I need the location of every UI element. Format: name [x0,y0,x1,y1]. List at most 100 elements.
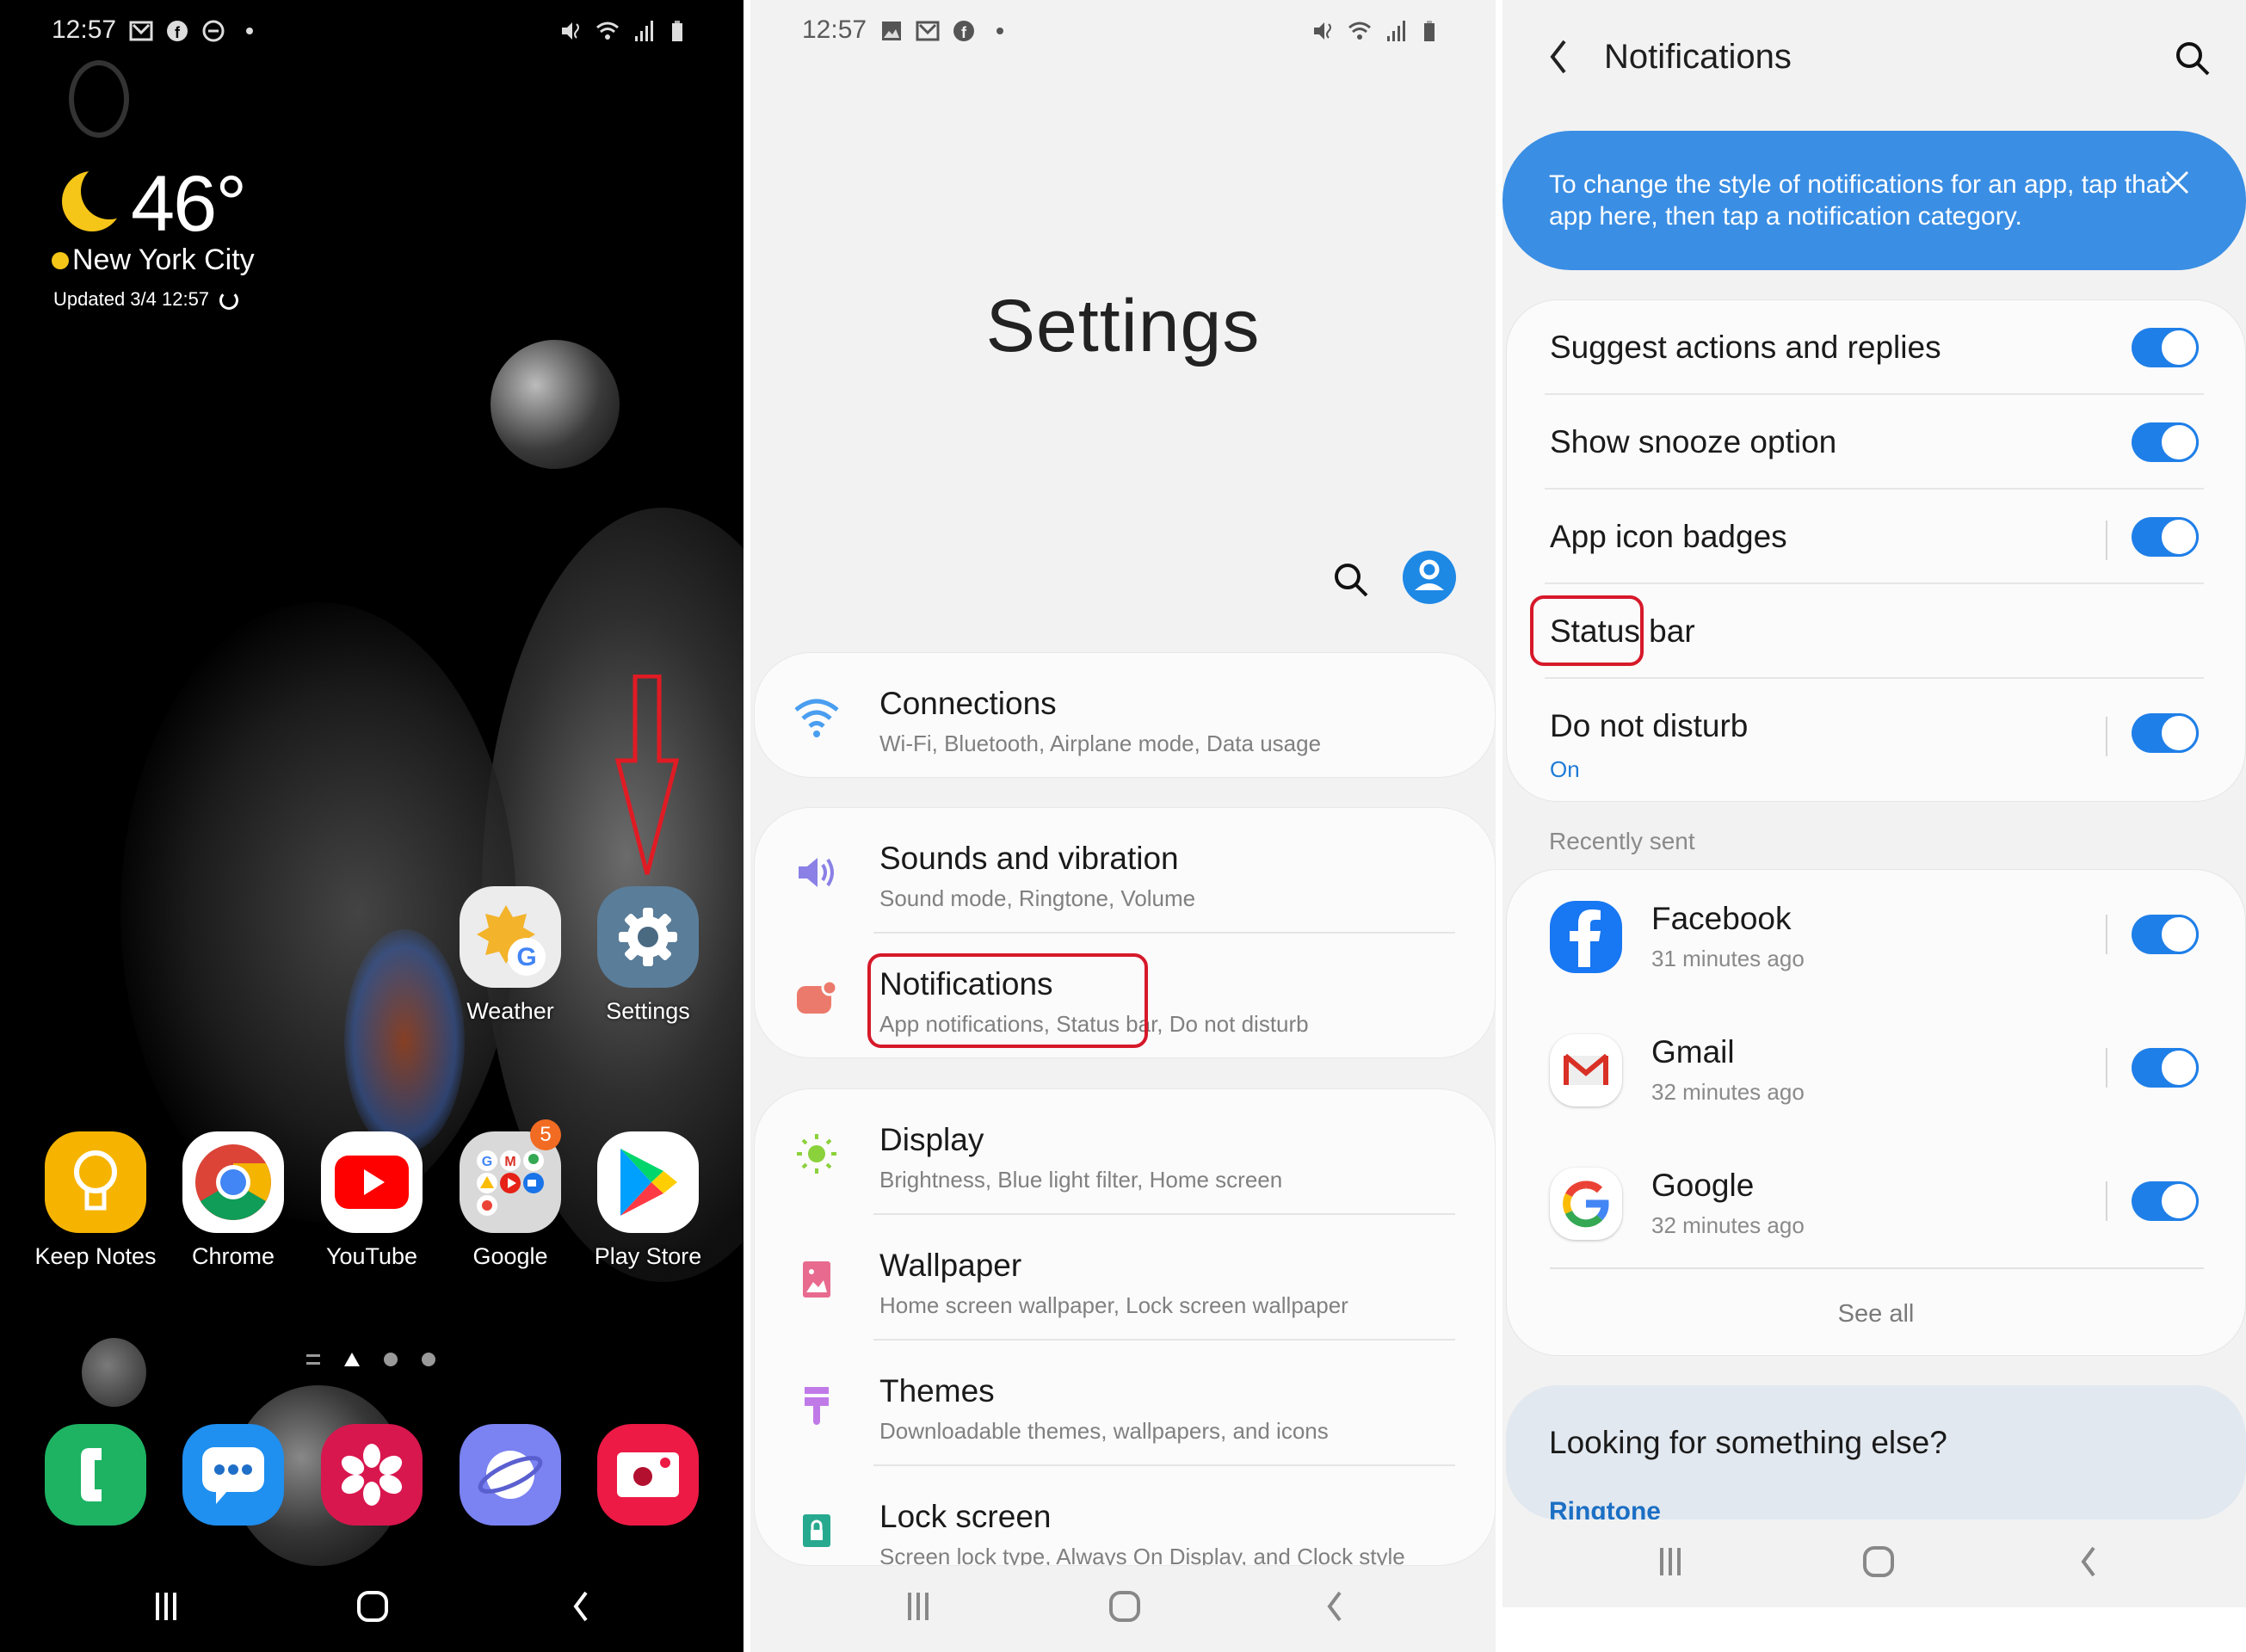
toggle-knob [2159,713,2199,753]
home-button[interactable] [334,1568,411,1645]
app-label: Chrome [191,1243,275,1269]
tip-text: To change the style of notifications for… [1549,170,2168,231]
back-button[interactable] [1546,38,1571,80]
settings-item-connections[interactable]: Connections Wi-Fi, Bluetooth, Airplane m… [755,653,1495,777]
battery-icon [668,19,692,43]
facebook-icon: f [165,19,189,43]
option-app-icon-badges[interactable]: App icon badges [1507,490,2245,584]
svg-text:G: G [516,943,536,971]
speaker-icon [791,851,842,894]
recent-app-gmail[interactable]: Gmail 32 minutes ago [1507,1003,2245,1137]
status-time: 12:57 [802,15,867,44]
gmail-icon [129,19,153,43]
settings-group: Connections Wi-Fi, Bluetooth, Airplane m… [754,652,1496,778]
separator [2106,1181,2107,1221]
recents-icon [1660,1548,1681,1575]
item-title: Themes [879,1373,995,1409]
app-label: Keep Notes [34,1243,157,1269]
gmail-icon [916,19,940,43]
temperature: 46° [131,160,247,248]
signal-icon [1384,19,1408,43]
notification-badge: 5 [530,1119,561,1150]
home-icon [1109,1591,1140,1622]
weather-icon: G [460,886,561,988]
app-settings[interactable]: Settings [583,886,713,1025]
gear-icon [597,886,699,988]
app-keep-notes[interactable]: Keep Notes [31,1131,160,1270]
facebook-toggle[interactable] [2132,915,2199,954]
app-time: 32 minutes ago [1651,1212,1805,1238]
internet-icon [460,1424,561,1526]
recents-icon [908,1593,929,1620]
option-snooze[interactable]: Show snooze option [1507,395,2245,490]
option-do-not-disturb[interactable]: Do not disturb On [1507,679,2245,799]
toggle-knob [2159,1181,2199,1221]
google-toggle[interactable] [2132,1181,2199,1221]
settings-item-wallpaper[interactable]: Wallpaper Home screen wallpaper, Lock sc… [755,1215,1495,1341]
home-button[interactable] [1840,1523,1917,1600]
phone-icon [45,1424,146,1526]
item-title: Wallpaper [879,1248,1022,1283]
settings-item-display[interactable]: Display Brightness, Blue light filter, H… [755,1089,1495,1215]
dock-messages[interactable] [169,1424,298,1526]
settings-item-themes[interactable]: Themes Downloadable themes, wallpapers, … [755,1341,1495,1466]
dock-camera[interactable] [583,1424,713,1526]
back-button[interactable] [1296,1568,1373,1645]
app-label: Play Store [594,1243,702,1269]
app-weather[interactable]: G Weather [446,886,575,1025]
dock-phone[interactable] [31,1424,160,1526]
ringtone-link[interactable]: Ringtone [1549,1497,1661,1519]
moon-icon [62,163,138,231]
refresh-icon[interactable] [219,291,239,311]
recents-button[interactable] [1632,1523,1709,1600]
do-not-disturb-toggle[interactable] [2132,713,2199,753]
settings-group: Display Brightness, Blue light filter, H… [754,1088,1496,1566]
profile-button[interactable] [1403,551,1456,604]
recents-button[interactable] [127,1568,205,1645]
settings-item-lock-screen[interactable]: Lock screen Screen lock type, Always On … [755,1466,1495,1565]
item-title: Sounds and vibration [879,841,1179,876]
option-suggest-actions[interactable]: Suggest actions and replies [1507,300,2245,395]
recents-button[interactable] [879,1568,957,1645]
section-header: Recently sent [1549,828,1695,854]
gmail-toggle[interactable] [2132,1048,2199,1088]
search-button[interactable] [2174,40,2212,82]
recent-app-facebook[interactable]: Facebook 31 minutes ago [1507,870,2245,1003]
settings-item-sounds[interactable]: Sounds and vibration Sound mode, Rington… [755,808,1495,934]
option-label: App icon badges [1550,519,1787,554]
apps-list-indicator-icon [306,1354,320,1365]
suggest-actions-toggle[interactable] [2132,328,2199,367]
app-name: Gmail [1651,1034,1735,1069]
camera-icon [597,1424,699,1526]
see-all-button[interactable]: See all [1507,1300,2245,1328]
app-play-store[interactable]: Play Store [583,1131,713,1270]
dock-internet[interactable] [446,1424,575,1526]
home-page-indicator-icon [344,1353,360,1366]
recently-sent-card: Facebook 31 minutes ago Gmail 32 minutes… [1506,869,2246,1356]
separator [2106,521,2107,560]
toggle-knob [2159,328,2199,367]
wifi-icon [1348,19,1372,43]
back-button[interactable] [542,1568,620,1645]
app-google-folder[interactable]: G M 5 Google [446,1119,575,1270]
app-youtube[interactable]: YouTube [307,1131,436,1270]
home-icon [357,1591,388,1622]
separator [2106,717,2107,756]
svg-text:f: f [961,24,967,41]
page-indicator[interactable] [306,1353,435,1366]
dismiss-tip-button[interactable] [2163,169,2191,200]
signal-icon [632,19,656,43]
recent-app-google[interactable]: Google 32 minutes ago [1507,1137,2245,1270]
home-button[interactable] [1086,1568,1163,1645]
back-button[interactable] [2050,1523,2127,1600]
page-title: Notifications [1604,38,1792,76]
svg-text:f: f [175,24,181,41]
app-icon-badges-toggle[interactable] [2132,517,2199,557]
app-chrome[interactable]: Chrome [169,1131,298,1270]
snooze-toggle[interactable] [2132,422,2199,462]
tip-banner: To change the style of notifications for… [1502,131,2246,270]
search-button[interactable] [1332,561,1370,603]
dock-gallery[interactable] [307,1424,436,1526]
looking-title: Looking for something else? [1549,1425,1947,1460]
toggle-knob [2159,422,2199,462]
